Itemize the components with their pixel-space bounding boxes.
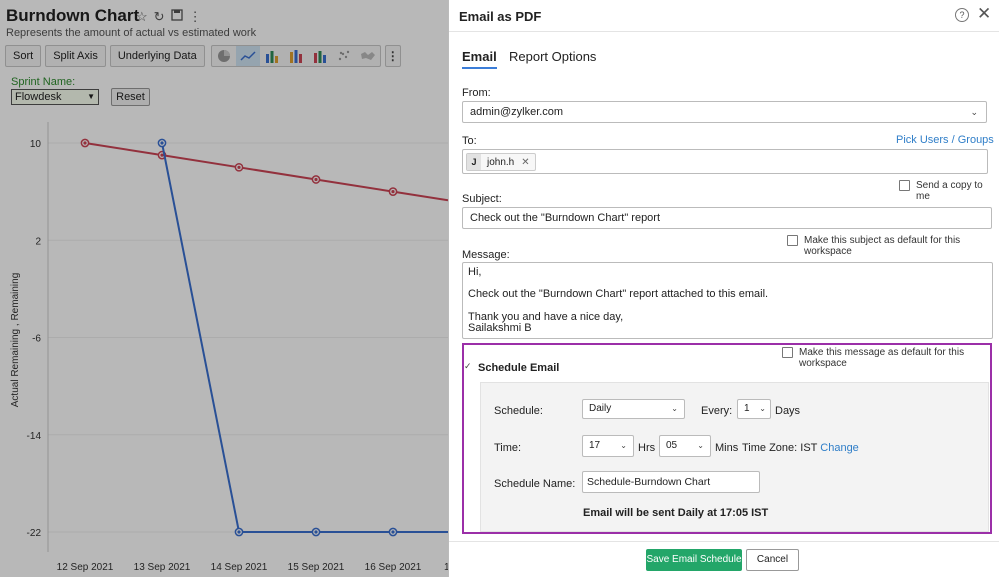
subject-value: Check out the "Burndown Chart" report: [470, 212, 661, 224]
from-label: From:: [462, 87, 491, 99]
chevron-down-icon: ⌄: [697, 441, 704, 450]
recipient-name: john.h: [487, 156, 515, 168]
chevron-down-icon: ⌄: [759, 404, 766, 413]
schedule-name-input[interactable]: Schedule-Burndown Chart: [582, 471, 760, 493]
schedule-label: Schedule:: [494, 405, 543, 417]
subject-input[interactable]: Check out the "Burndown Chart" report: [462, 207, 992, 229]
remove-recipient-icon[interactable]: ✕: [521, 157, 529, 168]
message-textarea[interactable]: Hi, Check out the "Burndown Chart" repor…: [462, 262, 993, 339]
footer-divider: [449, 541, 999, 542]
subject-default-label: Make this subject as default for this wo…: [804, 235, 961, 257]
tab-report-options[interactable]: Report Options: [509, 49, 596, 64]
mins-label: Mins: [715, 442, 739, 454]
message-label: Message:: [462, 249, 510, 261]
schedule-frequency-select[interactable]: Daily ⌄: [582, 399, 685, 419]
modal-overlay[interactable]: [0, 0, 448, 577]
pick-users-groups-link[interactable]: Pick Users / Groups: [896, 134, 994, 146]
timezone-info: Time Zone: IST Change: [742, 442, 859, 454]
schedule-email-title[interactable]: Schedule Email: [478, 362, 559, 374]
from-select[interactable]: admin@zylker.com ⌄: [462, 101, 987, 123]
timezone-label: Time Zone: IST: [742, 442, 818, 454]
recipient-avatar: J: [467, 154, 481, 170]
schedule-frequency-value: Daily: [589, 403, 612, 414]
send-copy-checkbox[interactable]: [899, 180, 910, 191]
dialog-title: Email as PDF: [459, 9, 542, 24]
tab-email[interactable]: Email: [462, 49, 497, 69]
save-email-schedule-button[interactable]: Save Email Schedule: [646, 549, 742, 571]
hours-select[interactable]: 17 ⌄: [582, 435, 634, 457]
chevron-down-icon: ⌄: [970, 107, 978, 117]
help-icon[interactable]: ?: [955, 8, 969, 22]
to-field[interactable]: J john.h ✕: [462, 149, 988, 174]
chevron-down-icon[interactable]: ✓: [464, 361, 472, 372]
every-label: Every:: [701, 405, 733, 417]
message-default-checkbox[interactable]: [782, 347, 793, 358]
minutes-value: 05: [666, 440, 678, 451]
schedule-summary-note: Email will be sent Daily at 17:05 IST: [583, 507, 769, 519]
recipient-chip: J john.h ✕: [466, 153, 536, 171]
email-pdf-dialog: Email as PDF ? ✕ Email Report Options Fr…: [448, 0, 999, 577]
subject-label: Subject:: [462, 193, 502, 205]
subject-default-checkbox[interactable]: [787, 235, 798, 246]
message-default-label: Make this message as default for this wo…: [799, 347, 965, 369]
hours-value: 17: [589, 440, 601, 451]
close-icon[interactable]: ✕: [977, 5, 991, 23]
from-value: admin@zylker.com: [470, 106, 564, 118]
every-value: 1: [744, 403, 750, 414]
chevron-down-icon: ⌄: [620, 441, 627, 450]
dialog-divider: [449, 31, 999, 32]
send-copy-label: Send a copy to me: [916, 180, 983, 202]
cancel-button[interactable]: Cancel: [746, 549, 799, 571]
schedule-name-value: Schedule-Burndown Chart: [587, 476, 711, 488]
change-timezone-link[interactable]: Change: [820, 442, 859, 454]
schedule-name-label: Schedule Name:: [494, 478, 576, 490]
time-label: Time:: [494, 442, 522, 454]
minutes-select[interactable]: 05 ⌄: [659, 435, 711, 457]
chevron-down-icon: ⌄: [671, 404, 678, 413]
hrs-label: Hrs: [638, 442, 656, 454]
to-label: To:: [462, 135, 477, 147]
days-label: Days: [775, 405, 801, 417]
every-select[interactable]: 1 ⌄: [737, 399, 771, 419]
